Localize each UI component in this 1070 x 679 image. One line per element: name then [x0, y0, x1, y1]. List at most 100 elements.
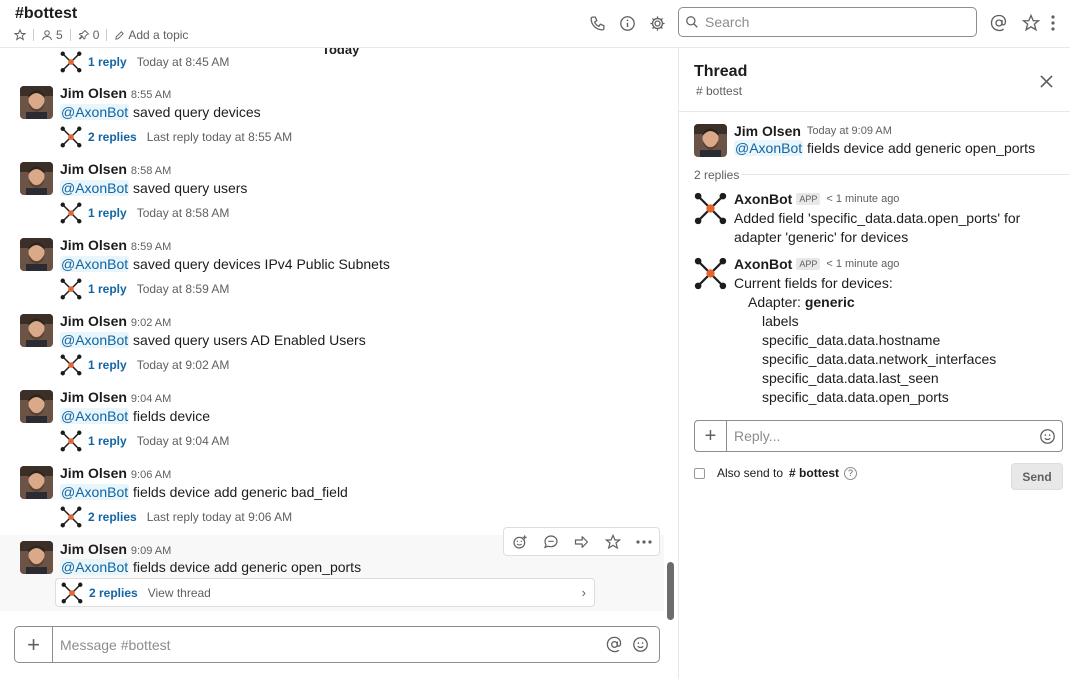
message-author[interactable]: Jim Olsen 9:04 AM [60, 389, 171, 405]
user-mention[interactable]: @AxonBot [734, 140, 804, 156]
message[interactable]: Jim Olsen 9:02 AM @AxonBot saved query us… [0, 310, 664, 380]
members-button[interactable]: 5 [41, 28, 63, 42]
message-author[interactable]: Jim Olsen 8:58 AM [60, 161, 171, 177]
message[interactable]: Jim Olsen 8:58 AM @AxonBot saved query us… [0, 158, 664, 228]
replies-count-link[interactable]: 1 reply [88, 206, 127, 220]
thread-replies-link[interactable]: 1 reply Today at 8:58 AM [60, 202, 229, 224]
avatar[interactable] [694, 124, 727, 157]
author-name[interactable]: Jim Olsen [60, 313, 127, 329]
call-button[interactable] [586, 12, 608, 34]
avatar[interactable] [20, 466, 53, 499]
message-time[interactable]: < 1 minute ago [826, 193, 899, 205]
message-time[interactable]: 9:09 AM [131, 545, 171, 557]
author-name[interactable]: AxonBot [734, 256, 792, 272]
user-mention[interactable]: @AxonBot [60, 408, 130, 424]
message-time[interactable]: 8:59 AM [131, 241, 171, 253]
thread-replies-link[interactable]: 1 reply Today at 9:04 AM [60, 430, 229, 452]
message-list-scrollbar[interactable] [667, 562, 674, 620]
user-mention[interactable]: @AxonBot [60, 104, 130, 120]
avatar[interactable] [20, 390, 53, 423]
replies-count-link[interactable]: 2 replies [88, 130, 137, 144]
author-name[interactable]: Jim Olsen [60, 161, 127, 177]
replies-count-link[interactable]: 1 reply [88, 55, 127, 69]
thread-replies-link[interactable]: 1 reply Today at 9:02 AM [60, 354, 229, 376]
channel-title[interactable]: #bottest [15, 5, 77, 23]
reply-in-thread-button[interactable] [535, 528, 566, 555]
message[interactable]: Jim Olsen 8:55 AM @AxonBot saved query de… [0, 82, 664, 152]
author-name[interactable]: Jim Olsen [60, 85, 127, 101]
author-name[interactable]: Jim Olsen [734, 123, 801, 139]
also-send-checkbox[interactable] [694, 467, 705, 479]
user-mention[interactable]: @AxonBot [60, 484, 130, 500]
emoji-button[interactable] [1032, 428, 1062, 445]
search-box[interactable] [678, 7, 977, 37]
message-time[interactable]: 8:55 AM [131, 89, 171, 101]
replies-count-link[interactable]: 1 reply [88, 282, 127, 296]
message[interactable]: Jim Olsen 9:04 AM @AxonBot fields device … [0, 386, 664, 456]
avatar[interactable] [20, 162, 53, 195]
channel-details-button[interactable] [616, 12, 638, 34]
replies-count-link[interactable]: 1 reply [88, 358, 127, 372]
attach-button[interactable]: + [15, 627, 53, 662]
thread-channel-link[interactable]: # bottest [696, 84, 742, 98]
starred-items-button[interactable] [1020, 12, 1042, 34]
add-reaction-button[interactable] [504, 528, 535, 555]
mentions-button[interactable] [988, 12, 1010, 34]
view-thread-bar[interactable]: 2 replies View thread › [55, 578, 595, 607]
avatar[interactable] [20, 314, 53, 347]
avatar[interactable] [20, 541, 53, 574]
attach-button[interactable]: + [695, 421, 727, 451]
star-message-button[interactable] [597, 528, 628, 555]
message-composer[interactable]: + [14, 626, 660, 663]
reply-input[interactable] [734, 428, 1032, 444]
more-options-button[interactable] [1046, 12, 1060, 34]
message-time[interactable]: Today at 9:09 AM [807, 125, 892, 137]
search-input[interactable] [705, 14, 955, 30]
axonbot-avatar[interactable] [694, 257, 727, 290]
avatar[interactable] [20, 238, 53, 271]
thread-reply-composer[interactable]: + [694, 420, 1063, 452]
message-input[interactable] [60, 636, 601, 653]
message-author[interactable]: AxonBot APP < 1 minute ago [734, 256, 899, 272]
author-name[interactable]: Jim Olsen [60, 465, 127, 481]
message-author[interactable]: Jim Olsen 9:09 AM [60, 541, 171, 557]
axonbot-avatar[interactable] [694, 192, 727, 225]
emoji-button[interactable] [627, 636, 653, 653]
channel-settings-button[interactable] [646, 12, 668, 34]
message-author[interactable]: Jim Olsen 8:55 AM [60, 85, 171, 101]
thread-replies-link[interactable]: 2 replies Last reply today at 9:06 AM [60, 506, 292, 528]
thread-reply[interactable]: AxonBot APP < 1 minute ago Added field 'sp… [679, 190, 1070, 250]
message[interactable]: Jim Olsen 9:06 AM @AxonBot fields device … [0, 462, 664, 532]
pins-button[interactable]: 0 [78, 28, 99, 42]
user-mention[interactable]: @AxonBot [60, 332, 130, 348]
message-time[interactable]: 9:04 AM [131, 393, 171, 405]
share-message-button[interactable] [566, 528, 597, 555]
message-author[interactable]: Jim Olsen 9:02 AM [60, 313, 171, 329]
thread-replies-link[interactable]: 1 reply Today at 8:59 AM [60, 278, 229, 300]
help-icon[interactable]: ? [844, 466, 858, 480]
thread-reply[interactable]: AxonBot APP < 1 minute ago Current fields … [679, 255, 1070, 415]
avatar[interactable] [20, 86, 53, 119]
replies-count-link[interactable]: 2 replies [89, 586, 138, 600]
author-name[interactable]: Jim Olsen [60, 237, 127, 253]
message-time[interactable]: 9:02 AM [131, 317, 171, 329]
thread-parent-message[interactable]: Jim Olsen Today at 9:09 AM @AxonBot field… [679, 122, 1070, 162]
replies-count-link[interactable]: 2 replies [88, 510, 137, 524]
message-author[interactable]: Jim Olsen Today at 9:09 AM [734, 123, 892, 139]
message-author[interactable]: Jim Olsen 9:06 AM [60, 465, 171, 481]
add-topic-button[interactable]: Add a topic [114, 28, 188, 42]
author-name[interactable]: AxonBot [734, 191, 792, 207]
mention-button[interactable] [601, 636, 627, 653]
more-actions-button[interactable] [628, 528, 659, 555]
user-mention[interactable]: @AxonBot [60, 256, 130, 272]
message[interactable]: Jim Olsen 8:59 AM @AxonBot saved query de… [0, 234, 664, 304]
thread-replies-link[interactable]: 2 replies Last reply today at 8:55 AM [60, 126, 292, 148]
message-time[interactable]: 9:06 AM [131, 469, 171, 481]
close-thread-button[interactable] [1035, 70, 1057, 92]
message-author[interactable]: Jim Olsen 8:59 AM [60, 237, 171, 253]
message-time[interactable]: < 1 minute ago [826, 258, 899, 270]
star-channel-button[interactable] [14, 29, 26, 41]
author-name[interactable]: Jim Olsen [60, 389, 127, 405]
user-mention[interactable]: @AxonBot [60, 559, 130, 575]
send-button[interactable]: Send [1011, 463, 1063, 490]
